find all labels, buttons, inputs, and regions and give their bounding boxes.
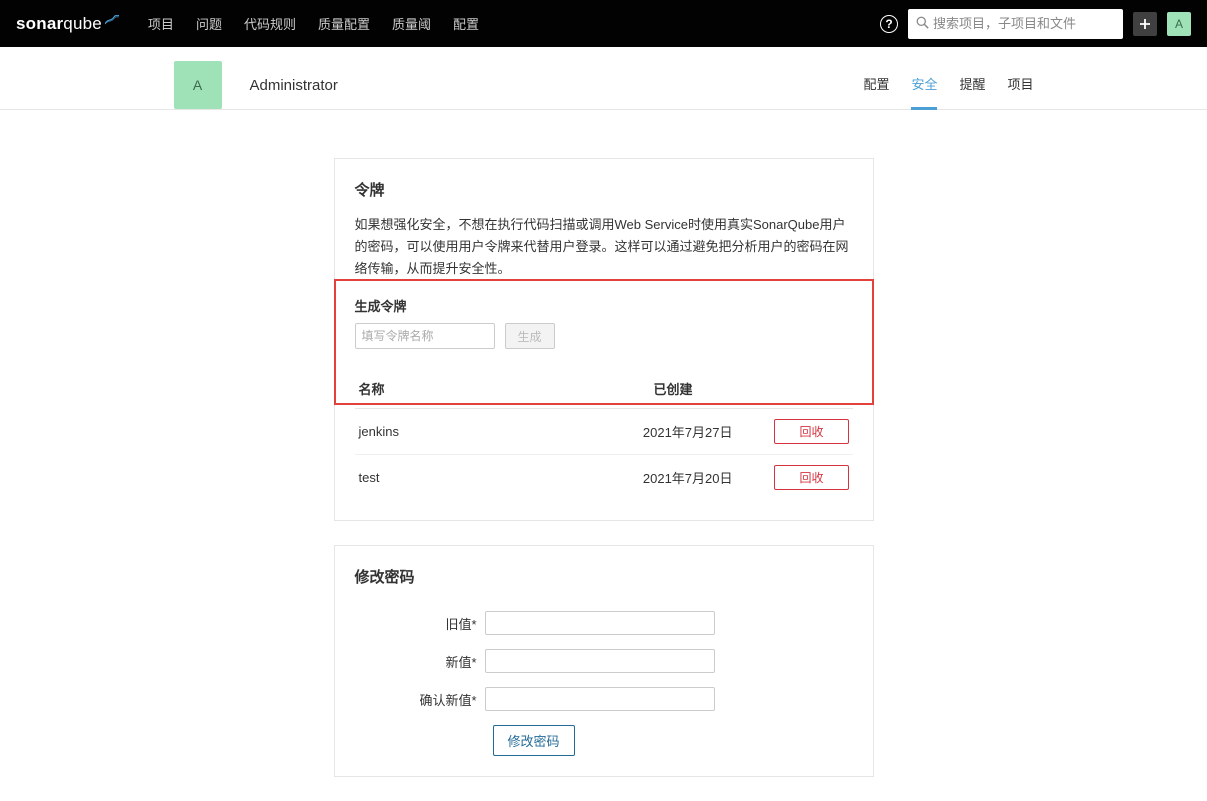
page-title: Administrator <box>250 77 338 94</box>
old-password-label: 旧值* <box>355 614 485 633</box>
brand-logo[interactable]: sonarqube <box>16 14 119 34</box>
nav-projects[interactable]: 项目 <box>137 14 185 33</box>
wave-icon <box>105 10 119 30</box>
nav-admin[interactable]: 配置 <box>442 14 490 33</box>
nav-rules[interactable]: 代码规则 <box>233 14 307 33</box>
revoke-button[interactable]: 回收 <box>774 419 848 444</box>
token-name: jenkins <box>355 409 474 455</box>
user-avatar-large: A <box>174 61 222 109</box>
tokens-panel: 令牌 如果想强化安全，不想在执行代码扫描或调用Web Service时使用真实S… <box>334 158 874 521</box>
tokens-description: 如果想强化安全，不想在执行代码扫描或调用Web Service时使用真实Sona… <box>355 214 853 280</box>
revoke-button[interactable]: 回收 <box>774 465 848 490</box>
confirm-password-label: 确认新值* <box>355 690 485 709</box>
help-icon[interactable]: ? <box>880 15 898 33</box>
old-password-input[interactable] <box>485 611 715 635</box>
change-password-button[interactable]: 修改密码 <box>493 725 575 756</box>
tab-profile[interactable]: 配置 <box>863 60 889 110</box>
user-header: A Administrator 配置 安全 提醒 项目 <box>0 47 1207 110</box>
global-search[interactable] <box>908 9 1123 39</box>
new-password-label: 新值* <box>355 652 485 671</box>
create-button[interactable] <box>1133 12 1157 36</box>
tab-projects[interactable]: 项目 <box>1007 60 1033 110</box>
new-password-input[interactable] <box>485 649 715 673</box>
search-icon <box>916 16 929 32</box>
tokens-title: 令牌 <box>355 179 853 200</box>
nav-issues[interactable]: 问题 <box>185 14 233 33</box>
top-navbar: sonarqube 项目 问题 代码规则 质量配置 质量阈 配置 ? A <box>0 0 1207 47</box>
tokens-table: 名称 已创建 jenkins 2021年7月27日 回收 test 2021年7… <box>355 369 853 500</box>
user-avatar[interactable]: A <box>1167 12 1191 36</box>
token-name-input[interactable] <box>355 323 495 349</box>
token-created: 2021年7月27日 <box>474 409 753 455</box>
col-name: 名称 <box>355 369 474 409</box>
col-created: 已创建 <box>474 369 753 409</box>
generate-token-button[interactable]: 生成 <box>505 323 555 349</box>
tab-notifications[interactable]: 提醒 <box>959 60 985 110</box>
table-row: test 2021年7月20日 回收 <box>355 455 853 501</box>
nav-quality-profiles[interactable]: 质量配置 <box>307 14 381 33</box>
user-subtabs: 配置 安全 提醒 项目 <box>863 61 1033 109</box>
table-row: jenkins 2021年7月27日 回收 <box>355 409 853 455</box>
search-input[interactable] <box>933 16 1115 31</box>
plus-icon <box>1139 18 1151 30</box>
confirm-password-input[interactable] <box>485 687 715 711</box>
nav-quality-gates[interactable]: 质量阈 <box>381 14 442 33</box>
brand-light: qube <box>63 14 102 34</box>
tab-security[interactable]: 安全 <box>911 60 937 110</box>
token-name: test <box>355 455 474 501</box>
generate-token-label: 生成令牌 <box>355 296 853 315</box>
token-created: 2021年7月20日 <box>474 455 753 501</box>
brand-bold: sonar <box>16 14 63 34</box>
password-panel: 修改密码 旧值* 新值* 确认新值* 修改密码 <box>334 545 874 777</box>
password-title: 修改密码 <box>355 566 853 587</box>
